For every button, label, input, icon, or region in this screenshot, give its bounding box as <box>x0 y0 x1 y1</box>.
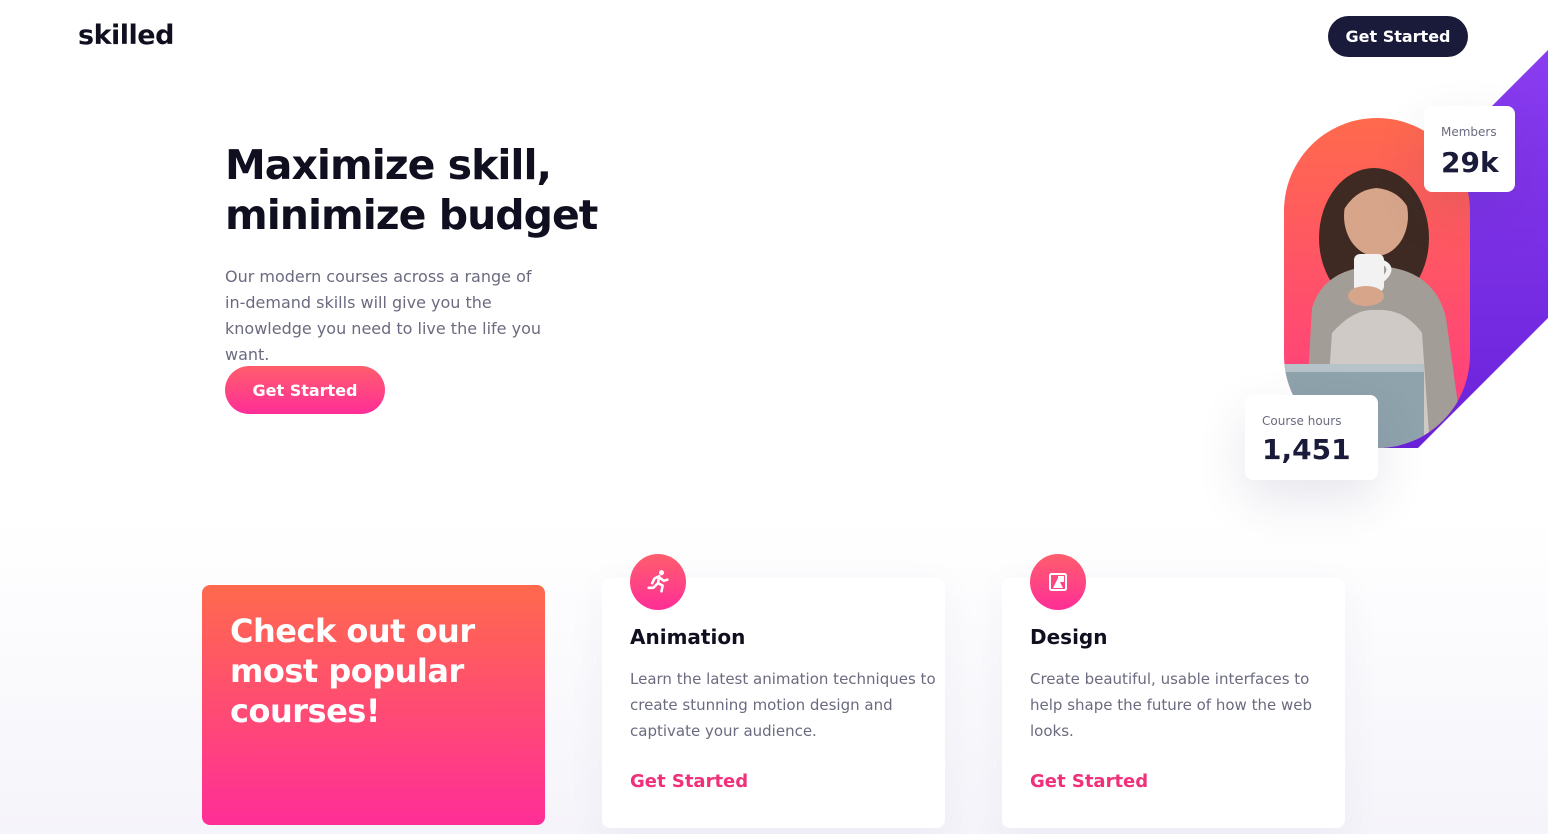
design-tool-icon <box>1030 554 1086 610</box>
running-person-icon <box>630 554 686 610</box>
course-title: Design <box>1030 625 1108 649</box>
hero-title-line-1: Maximize skill, <box>225 141 552 189</box>
hero-description: Our modern courses across a range of in-… <box>225 267 541 364</box>
animation-get-started-link[interactable]: Get Started <box>630 771 748 792</box>
design-get-started-link[interactable]: Get Started <box>1030 771 1148 792</box>
course-title: Animation <box>630 625 746 649</box>
course-hours-label: Course hours <box>1262 414 1342 428</box>
hero-title: Maximize skill, minimize budget <box>225 140 605 240</box>
course-description: Learn the latest animation techniques to… <box>630 670 936 740</box>
hero-title-line-2: minimize budget <box>225 191 598 239</box>
course-hours-value: 1,451 <box>1262 433 1351 466</box>
course-description: Create beautiful, usable interfaces to h… <box>1030 670 1312 740</box>
course-hours-stat-card: Course hours 1,451 <box>1245 395 1378 480</box>
members-value: 29k <box>1441 146 1499 179</box>
header-get-started-button[interactable]: Get Started <box>1328 16 1468 57</box>
members-label: Members <box>1441 125 1497 139</box>
hero-get-started-button[interactable]: Get Started <box>225 366 385 414</box>
logo[interactable]: skilled <box>78 20 174 51</box>
course-card-design: Design Create beautiful, usable interfac… <box>1002 554 1345 828</box>
promo-title: Check out our most popular courses! <box>230 612 475 730</box>
course-card-animation: Animation Learn the latest animation tec… <box>602 554 945 828</box>
popular-courses-promo-card: Check out our most popular courses! <box>202 585 545 825</box>
members-stat-card: Members 29k <box>1424 106 1515 192</box>
